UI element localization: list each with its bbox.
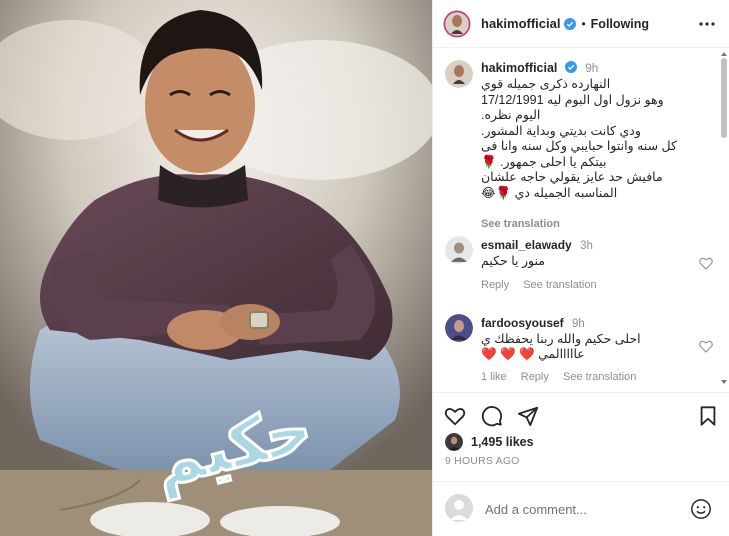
post-timestamp: 9 HOURS AGO xyxy=(445,455,520,467)
current-user-avatar xyxy=(445,494,473,522)
comment-item: esmail_elawady 3h منور يا حكيم Reply See… xyxy=(445,236,717,296)
caption-line: بيتكم يا احلى جمهور. 🌹 xyxy=(481,154,607,169)
heart-outline-icon[interactable] xyxy=(699,257,713,270)
comment-actions: Reply See translation xyxy=(481,279,608,291)
comment-time: 3h xyxy=(580,240,593,252)
scroll-down-arrow[interactable] xyxy=(721,380,727,384)
commenter-avatar[interactable] xyxy=(445,314,473,342)
caption-username[interactable]: hakimofficial xyxy=(481,61,557,75)
verified-badge-icon xyxy=(564,61,577,73)
comment-header: esmail_elawady 3h xyxy=(481,238,593,252)
comment-line: احلى حكيم والله ربنا يحفظك ي xyxy=(481,332,641,346)
comment-actions: 1 like Reply See translation xyxy=(481,371,647,383)
caption-line: مافيش حد عايز يقولي حاجه علشان xyxy=(481,170,663,184)
caption-line: اليوم نظره. xyxy=(481,108,541,122)
comment-line: منور يا حكيم xyxy=(481,254,545,268)
reply-button[interactable]: Reply xyxy=(481,279,509,291)
caption-line: المناسبه الجميله دي 🌹😂 xyxy=(481,185,618,200)
post-header: hakimofficial • Following xyxy=(433,0,729,48)
caption-line: كل سنه وانتوا حبايبي وكل سنه وانا فى xyxy=(481,139,677,153)
separator-dot: • xyxy=(581,16,586,31)
liker-avatar[interactable] xyxy=(445,433,463,451)
add-comment-input[interactable] xyxy=(485,498,685,520)
comment-line: عااااالمي ❤️ ❤️ ❤️ xyxy=(481,347,585,361)
caption-line: ودي كانت بديتي وبداية المشور. xyxy=(481,123,641,138)
like-count-button[interactable]: 1 like xyxy=(481,371,507,383)
author-avatar[interactable] xyxy=(443,9,471,38)
caption-author-avatar[interactable] xyxy=(445,60,473,88)
comment-text: احلى حكيم والله ربنا يحفظك ي عااااالمي ❤… xyxy=(481,332,691,362)
commenter-username[interactable]: esmail_elawady xyxy=(481,238,572,252)
caption-text: النهارده ذكرى جميله قوي وهو نزول اول الب… xyxy=(481,77,715,201)
following-button[interactable]: Following xyxy=(591,17,649,31)
caption-line: وهو نزول اول البوم ليه 17/12/1991 xyxy=(481,92,664,107)
comments-area: hakimofficial 9h النهارده ذكرى جميله قوي… xyxy=(433,48,729,388)
post-action-bar xyxy=(433,392,729,432)
comments-scrollbar[interactable] xyxy=(721,52,727,384)
like-count[interactable]: 1,495 likes xyxy=(471,435,534,449)
add-comment-bar xyxy=(433,481,729,536)
post-photo: حكيم xyxy=(0,0,432,536)
comment-header: fardoosyousef 9h xyxy=(481,316,585,330)
comment-text: منور يا حكيم xyxy=(481,254,691,269)
caption-header: hakimofficial 9h xyxy=(481,61,598,75)
scroll-up-arrow[interactable] xyxy=(721,52,727,56)
paper-plane-icon[interactable] xyxy=(517,405,539,427)
comment-item: fardoosyousef 9h احلى حكيم والله ربنا يح… xyxy=(445,314,717,384)
see-translation-button[interactable]: See translation xyxy=(523,279,596,291)
post-side-panel: hakimofficial • Following hakimofficial xyxy=(432,0,729,536)
caption-line: النهارده ذكرى جميله قوي xyxy=(481,77,611,91)
caption-see-translation[interactable]: See translation xyxy=(481,218,560,230)
comment-bubble-icon[interactable] xyxy=(481,405,503,427)
smiley-icon[interactable] xyxy=(690,498,712,520)
heart-outline-icon[interactable] xyxy=(444,405,466,427)
reply-button[interactable]: Reply xyxy=(521,371,549,383)
commenter-username[interactable]: fardoosyousef xyxy=(481,316,564,330)
heart-outline-icon[interactable] xyxy=(699,340,713,353)
bookmark-icon[interactable] xyxy=(697,405,719,427)
author-username[interactable]: hakimofficial xyxy=(481,16,560,31)
caption-time: 9h xyxy=(585,63,599,75)
scrollbar-thumb[interactable] xyxy=(721,58,727,138)
verified-badge-icon xyxy=(564,17,577,30)
commenter-avatar[interactable] xyxy=(445,236,473,264)
likes-row: 1,495 likes xyxy=(445,432,534,452)
see-translation-button[interactable]: See translation xyxy=(563,371,636,383)
more-horizontal-icon[interactable] xyxy=(698,16,716,32)
comment-time: 9h xyxy=(572,318,585,330)
